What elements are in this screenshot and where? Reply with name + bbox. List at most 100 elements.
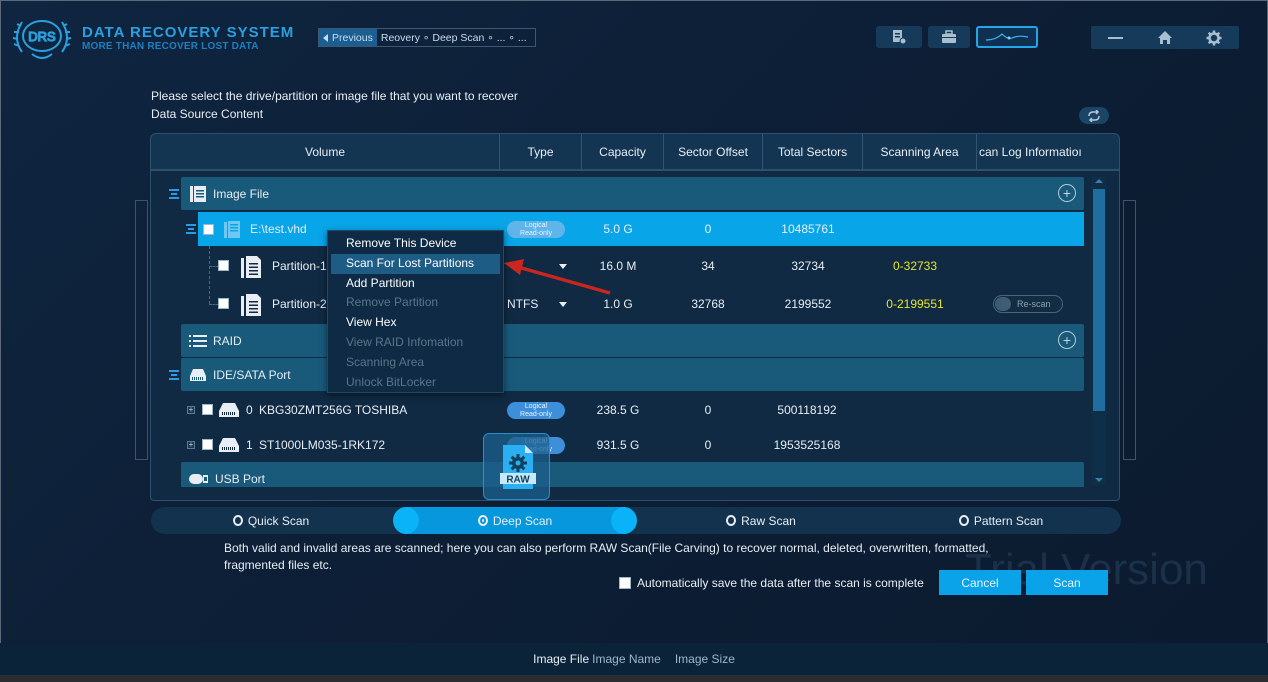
- capacity-cell: 931.5 G: [596, 438, 640, 452]
- table-row-disk-1[interactable]: + 1 ST1000LM035-1RK172 LogicalRead-only …: [151, 428, 1084, 462]
- group-usb[interactable]: USB Port: [181, 462, 1084, 487]
- column-sector-offset[interactable]: Sector Offset: [664, 134, 763, 169]
- table-row-disk-0[interactable]: + 0 KBG30ZMT256G TOSHIBA Logical Read-onl…: [151, 393, 1084, 427]
- right-side-decoration: [1123, 200, 1136, 460]
- group-label: Image File: [213, 186, 270, 201]
- column-scanning-area[interactable]: Scanning Area: [863, 134, 977, 169]
- settings-gear-icon: [1206, 30, 1222, 45]
- group-label: IDE/SATA Port: [213, 367, 291, 382]
- total-sectors-cell: 1953525168: [773, 438, 841, 452]
- autosave-checkbox[interactable]: [619, 577, 631, 589]
- pill-cap-right: [611, 507, 637, 534]
- breadcrumb: Previous Reovery ∘ Deep Scan ∘ ... ∘ ...: [318, 28, 536, 47]
- column-volume[interactable]: Volume: [151, 134, 500, 169]
- scan-mode-quick[interactable]: Quick Scan: [191, 507, 351, 534]
- report-button[interactable]: [876, 26, 922, 48]
- toggle-knob: [995, 297, 1011, 311]
- scan-mode-label: Pattern Scan: [973, 513, 1044, 528]
- window-controls: [1091, 26, 1239, 49]
- scroll-down-icon[interactable]: [1095, 478, 1103, 482]
- radio-icon: [726, 515, 737, 526]
- expand-disk-0-icon[interactable]: +: [187, 406, 195, 414]
- app-title: DATA RECOVERY SYSTEM: [82, 24, 295, 41]
- group-image-file[interactable]: Image File +: [181, 177, 1084, 210]
- minimize-button[interactable]: [1091, 26, 1140, 49]
- menu-item-view-hex[interactable]: View Hex: [331, 313, 500, 333]
- partition-icon: [240, 255, 262, 282]
- disk-index: 0: [246, 403, 253, 417]
- context-menu: Remove This Device Scan For Lost Partiti…: [327, 230, 504, 393]
- hard-drive-icon: [189, 368, 207, 382]
- raw-file-icon: RAW: [499, 444, 536, 489]
- scanning-area-cell: 0-32733: [892, 259, 938, 273]
- settings-button[interactable]: [1190, 26, 1239, 49]
- disk-1-checkbox[interactable]: [202, 439, 213, 450]
- group-ide-sata[interactable]: IDE/SATA Port: [181, 358, 1084, 391]
- menu-item-add-partition[interactable]: Add Partition: [331, 274, 500, 294]
- vhd-checkbox[interactable]: [203, 223, 214, 235]
- disk-name: ST1000LM035-1RK172: [259, 438, 386, 452]
- partition-1-checkbox[interactable]: [218, 260, 229, 271]
- menu-item-scan-lost-partitions[interactable]: Scan For Lost Partitions: [331, 253, 500, 274]
- vhd-name: E:\test.vhd: [250, 222, 307, 236]
- scan-button[interactable]: Scan: [1026, 570, 1108, 595]
- collapse-ide-sata-toggle[interactable]: [169, 370, 179, 380]
- monitor-button[interactable]: [976, 26, 1038, 48]
- table-row-partition-2[interactable]: Partition-2 NTFS 1.0 G 32768 2199552 0-2…: [151, 287, 1084, 321]
- column-capacity[interactable]: Capacity: [582, 134, 664, 169]
- disk-0-checkbox[interactable]: [202, 404, 213, 415]
- type-cell: NTFS: [507, 297, 539, 311]
- partition-2-checkbox[interactable]: [218, 298, 229, 309]
- breadcrumb-path[interactable]: Reovery ∘ Deep Scan ∘ ... ∘ ...: [377, 32, 531, 44]
- table-header: Volume Type Capacity Sector Offset Total…: [150, 133, 1120, 170]
- group-raid[interactable]: RAID +: [181, 324, 1084, 357]
- group-label: RAID: [213, 333, 242, 348]
- type-dropdown-icon[interactable]: [559, 264, 567, 269]
- scan-mode-raw[interactable]: Raw Scan: [681, 507, 841, 534]
- column-total-sectors[interactable]: Total Sectors: [763, 134, 863, 169]
- scrollbar-thumb[interactable]: [1093, 189, 1105, 411]
- add-image-file-icon[interactable]: +: [1058, 184, 1076, 202]
- menu-item-remove-partition: Remove Partition: [346, 295, 439, 310]
- table-scrollbar[interactable]: [1092, 177, 1106, 485]
- scanning-area-cell: 0-2199551: [886, 297, 944, 311]
- previous-label: Previous: [332, 31, 373, 44]
- total-sectors-cell: 2199552: [784, 297, 832, 311]
- scan-mode-label: Raw Scan: [741, 513, 796, 528]
- app-subtitle: MORE THAN RECOVER LOST DATA: [82, 41, 259, 52]
- svg-text:DRS: DRS: [28, 29, 56, 44]
- hard-drive-icon: [218, 402, 240, 421]
- autosave-option[interactable]: Automatically save the data after the sc…: [619, 576, 924, 590]
- scroll-up-icon[interactable]: [1095, 179, 1103, 183]
- home-icon: [1157, 31, 1172, 44]
- partition-icon: [240, 293, 262, 320]
- toolbox-icon: [942, 30, 956, 43]
- raw-scan-floating-button[interactable]: RAW: [483, 433, 550, 500]
- previous-button[interactable]: Previous: [319, 29, 377, 46]
- sector-offset-cell: 34: [701, 259, 715, 273]
- type-badge: LogicalRead-only: [507, 221, 565, 238]
- column-type[interactable]: Type: [500, 134, 582, 169]
- refresh-button[interactable]: [1079, 107, 1109, 124]
- disk-name: KBG30ZMT256G TOSHIBA: [259, 403, 408, 417]
- footer-image-name: Image Name: [592, 652, 661, 666]
- scan-mode-pattern[interactable]: Pattern Scan: [921, 507, 1081, 534]
- expand-disk-1-icon[interactable]: +: [187, 441, 195, 449]
- collapse-image-file-toggle[interactable]: [169, 189, 179, 199]
- rescan-toggle[interactable]: Re-scan: [993, 295, 1063, 313]
- cancel-button[interactable]: Cancel: [939, 570, 1021, 595]
- image-file-icon: [189, 185, 207, 203]
- waveform-monitor-icon: [985, 33, 1029, 41]
- partition-name: Partition-1: [272, 259, 327, 273]
- add-raid-icon[interactable]: +: [1058, 331, 1076, 349]
- collapse-vhd-toggle[interactable]: [186, 224, 196, 234]
- menu-item-remove-device[interactable]: Remove This Device: [331, 234, 500, 254]
- toolbox-button[interactable]: [928, 26, 970, 48]
- table-row-partition-1[interactable]: Partition-1 16.0 M 34 32734 0-32733: [151, 249, 1084, 283]
- type-dropdown-icon[interactable]: [559, 302, 567, 307]
- refresh-icon: [1088, 109, 1100, 122]
- column-scan-log[interactable]: can Log Informatioı: [977, 134, 1117, 169]
- hard-drive-icon: [218, 437, 240, 456]
- scan-mode-deep[interactable]: Deep Scan: [393, 507, 637, 534]
- home-button[interactable]: [1140, 26, 1189, 49]
